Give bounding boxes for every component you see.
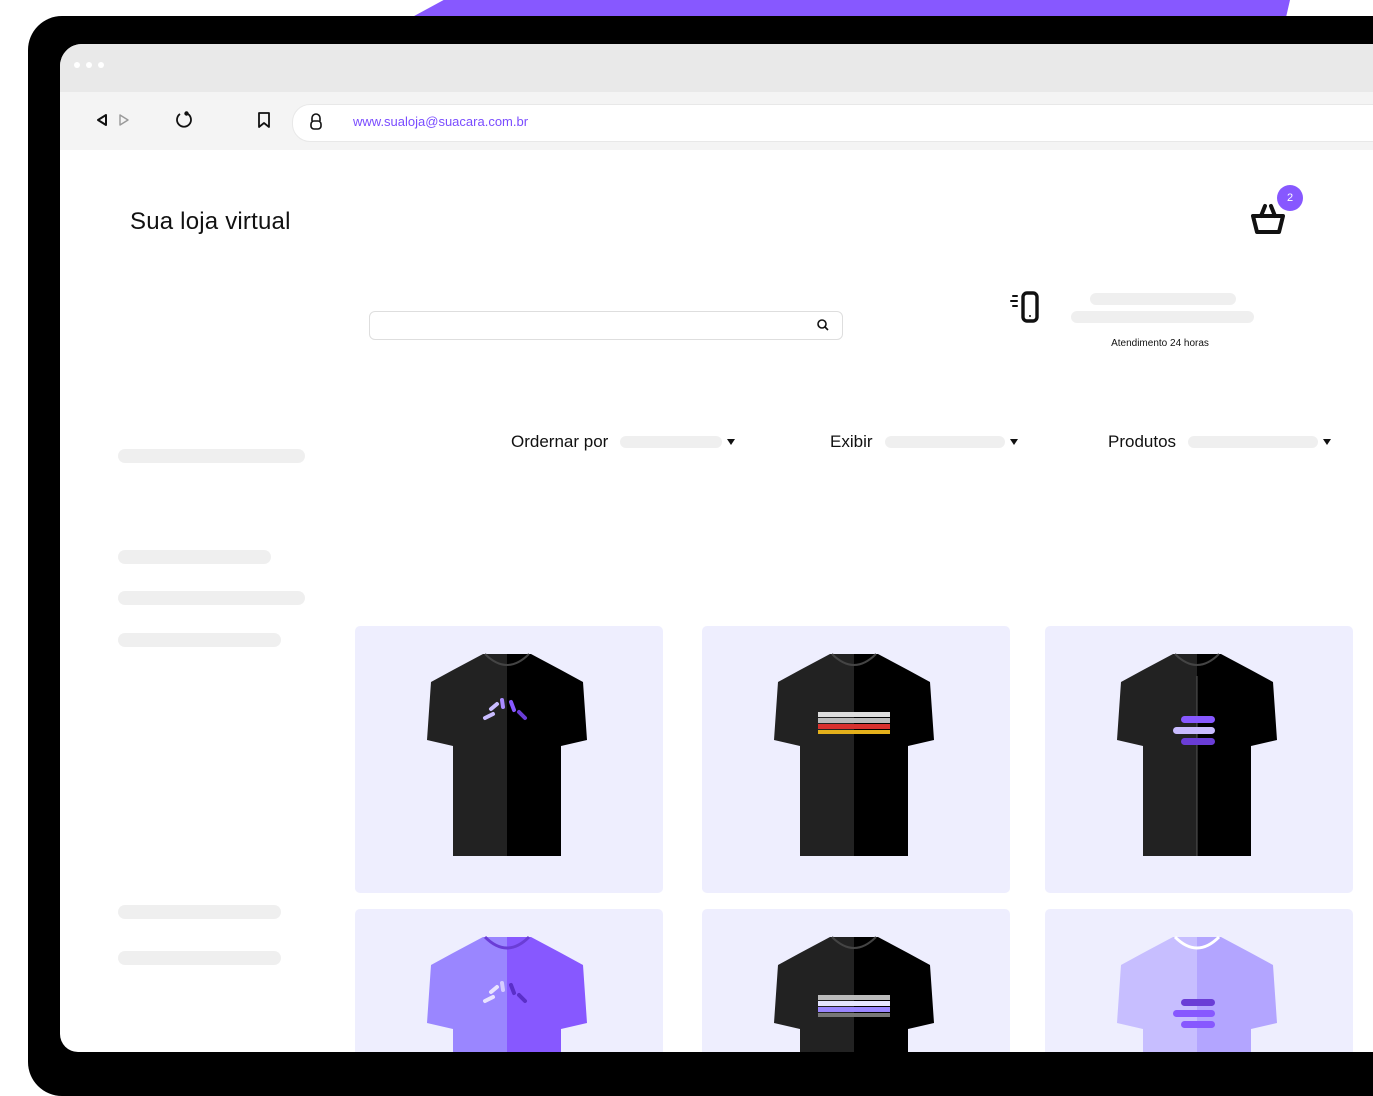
sidebar-skeleton-item [118,633,281,647]
products-filter[interactable]: Produtos [1108,430,1332,454]
cart-count-badge[interactable]: 2 [1277,185,1303,211]
minimize-dot-icon[interactable] [86,62,92,68]
filter-dropdown[interactable] [884,436,1005,448]
forward-arrow-icon[interactable] [112,108,136,132]
stripes-icon [818,995,890,1017]
maximize-dot-icon[interactable] [98,62,104,68]
sidebar-skeleton-item [118,449,305,463]
reload-icon[interactable] [172,108,196,132]
bookmark-icon[interactable] [252,108,276,132]
url-text[interactable]: www.sualoja@suacara.com.br [353,114,528,129]
sidebar-skeleton-item [118,905,281,919]
store-logo[interactable]: Sua loja virtual [130,208,291,236]
search-icon[interactable] [816,318,830,332]
dropdown-caret-icon[interactable] [727,439,736,445]
dropdown-caret-icon[interactable] [1323,439,1332,445]
window-controls[interactable] [74,62,104,68]
sort-filter[interactable]: Ordernar por [511,430,736,454]
sidebar-skeleton-item [118,550,271,564]
filter-dropdown[interactable] [1188,436,1319,448]
sidebar-skeleton-item [118,591,305,605]
product-card[interactable] [1045,909,1353,1052]
tshirt-black-image [1117,653,1277,856]
back-arrow-icon[interactable] [90,108,114,132]
tshirt-black-image [774,936,934,1052]
lock-icon [310,113,322,130]
stripes-icon [818,712,890,734]
product-card[interactable] [702,909,1010,1052]
browser-window: www.sualoja@suacara.com.br Sua loja virt… [60,44,1373,1052]
filter-label: Exibir [830,432,873,451]
tshirt-purple-image [427,935,587,1052]
search-input[interactable] [369,311,843,340]
contact-skeleton-line [1071,311,1254,323]
address-bar[interactable]: www.sualoja@suacara.com.br [292,104,1373,142]
filter-dropdown[interactable] [620,436,723,448]
close-dot-icon[interactable] [74,62,80,68]
tshirt-lavender-image [1117,935,1277,1052]
support-label: Atendimento 24 horas [1111,338,1209,349]
title-bar [60,44,1373,92]
filter-label: Ordernar por [511,432,609,451]
tshirt-black-image [774,653,934,856]
display-filter[interactable]: Exibir [830,430,1018,454]
phone-icon [1010,291,1039,323]
filter-label: Produtos [1108,432,1177,451]
sidebar-skeleton-item [118,951,281,965]
tshirt-black-image [427,653,587,856]
dropdown-caret-icon[interactable] [1009,439,1018,445]
contact-skeleton-line [1090,293,1236,305]
product-card[interactable] [355,909,663,1052]
product-card[interactable] [1045,626,1353,893]
browser-toolbar: www.sualoja@suacara.com.br [60,92,1373,150]
product-card[interactable] [355,626,663,893]
product-card[interactable] [702,626,1010,893]
